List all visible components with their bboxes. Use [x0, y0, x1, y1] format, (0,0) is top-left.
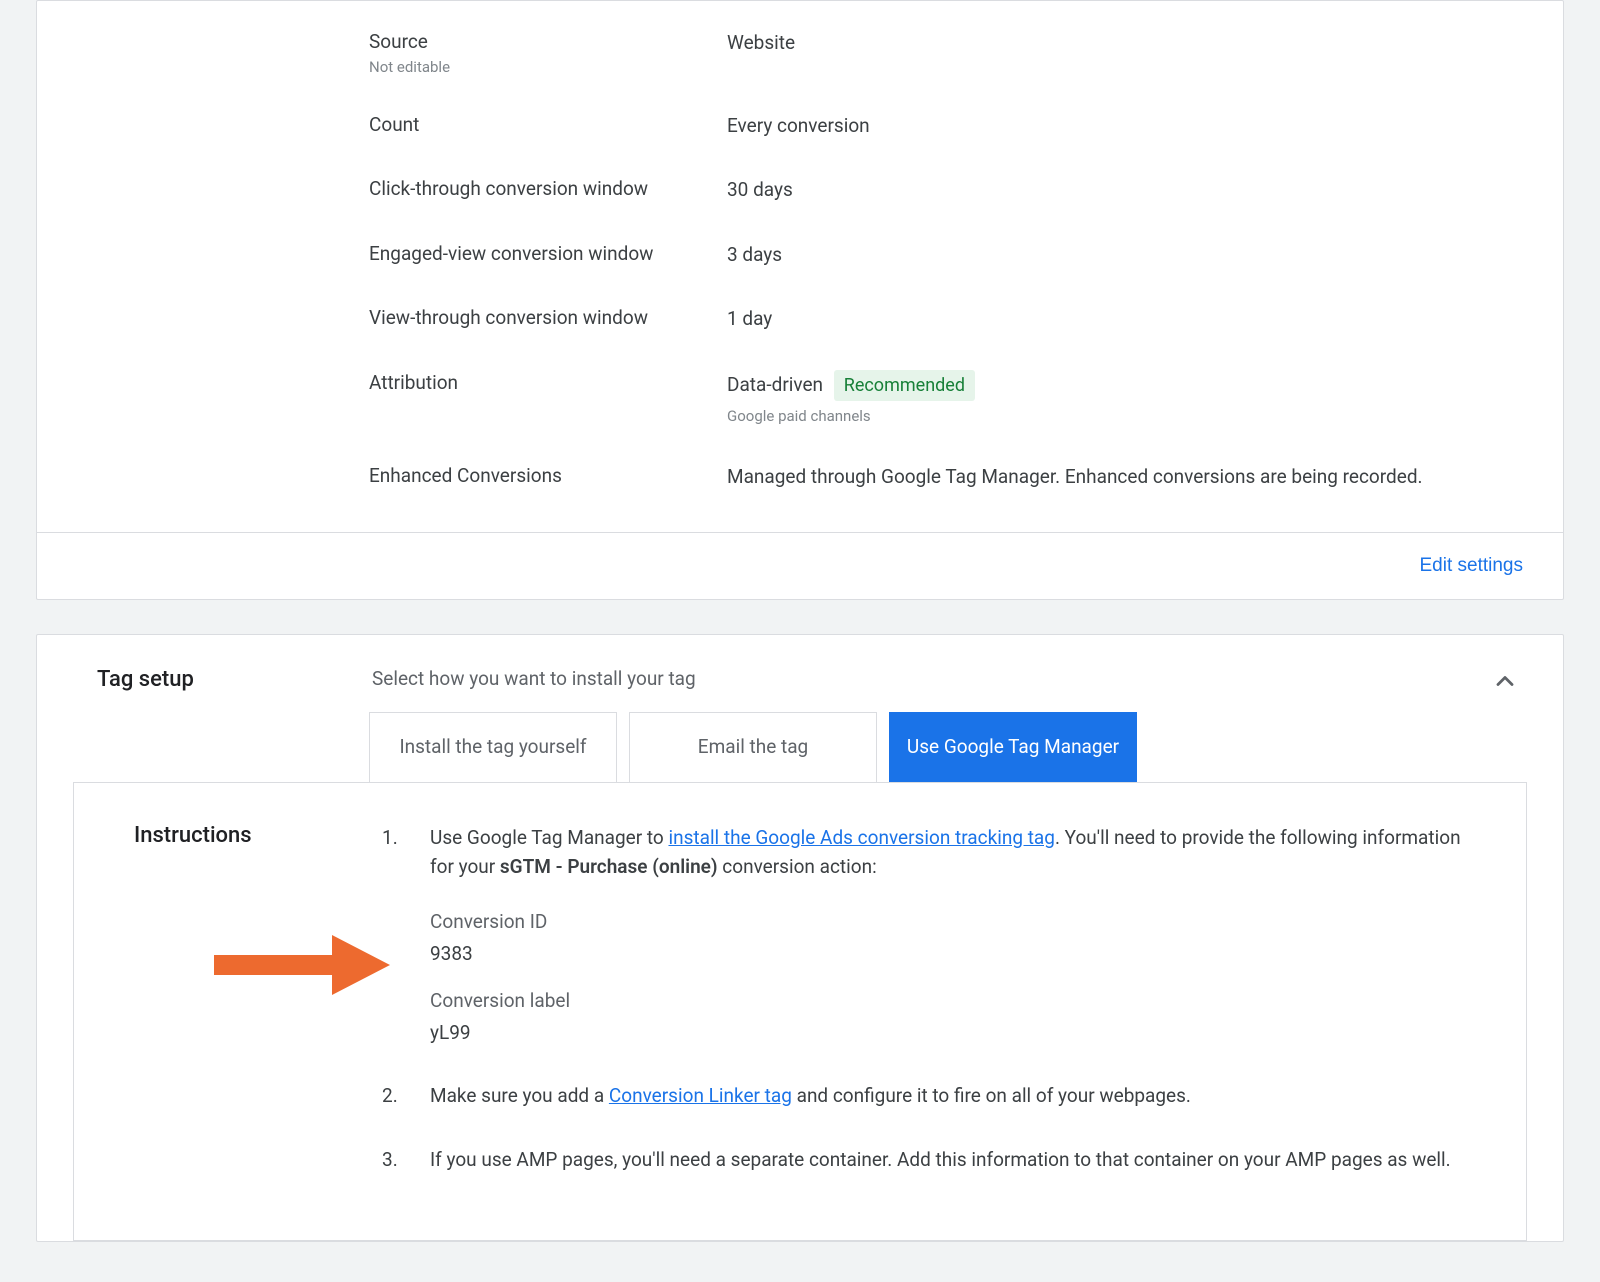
step2-text-post: and configure it to fire on all of your …: [792, 1084, 1191, 1107]
step1-text-post: conversion action:: [718, 855, 877, 878]
conversion-label-label: Conversion label: [430, 986, 1466, 1015]
setting-row-count: Count Every conversion: [369, 112, 1503, 141]
tab-use-gtm[interactable]: Use Google Tag Manager: [889, 712, 1137, 782]
setting-row-source: Source Not editable Website: [369, 29, 1503, 76]
instructions-panel: Instructions Use Google Tag Manager to i…: [73, 782, 1527, 1242]
setting-label: Enhanced Conversions: [369, 463, 727, 490]
setting-value-sub: Google paid channels: [727, 405, 1503, 428]
setting-row-click-through-window: Click-through conversion window 30 days: [369, 176, 1503, 205]
instruction-step-3: If you use AMP pages, you'll need a sepa…: [374, 1145, 1466, 1174]
setting-label: Click-through conversion window: [369, 176, 727, 203]
setting-sublabel: Not editable: [369, 58, 727, 76]
collapse-toggle[interactable]: [1491, 667, 1519, 700]
conversion-linker-tag-link[interactable]: Conversion Linker tag: [609, 1084, 792, 1107]
recommended-badge: Recommended: [834, 370, 975, 401]
tag-setup-tabs: Install the tag yourself Email the tag U…: [37, 712, 1563, 782]
install-ads-tracking-tag-link[interactable]: install the Google Ads conversion tracki…: [668, 826, 1054, 849]
tag-setup-card: Tag setup Select how you want to install…: [36, 634, 1564, 1243]
settings-card-footer: Edit settings: [37, 532, 1563, 599]
setting-row-enhanced-conversions: Enhanced Conversions Managed through Goo…: [369, 463, 1503, 492]
setting-value: Every conversion: [727, 114, 870, 137]
setting-value: Managed through Google Tag Manager. Enha…: [727, 465, 1423, 488]
conversion-id-value: 9383: [430, 939, 1466, 968]
tag-setup-subtitle: Select how you want to install your tag: [372, 667, 1503, 690]
setting-value: 30 days: [727, 178, 793, 201]
conversion-action-name: sGTM - Purchase (online): [500, 855, 718, 878]
setting-value: Website: [727, 31, 795, 54]
chevron-up-icon: [1491, 679, 1519, 700]
setting-label: Count: [369, 112, 727, 139]
setting-label: View-through conversion window: [369, 305, 727, 332]
conversion-settings-card: Source Not editable Website Count Every …: [36, 0, 1564, 600]
tab-email-tag[interactable]: Email the tag: [629, 712, 877, 782]
tag-setup-title: Tag setup: [97, 667, 372, 692]
settings-rows: Source Not editable Website Count Every …: [37, 29, 1563, 532]
instruction-step-2: Make sure you add a Conversion Linker ta…: [374, 1081, 1466, 1110]
setting-value: 1 day: [727, 307, 772, 330]
setting-row-engaged-view-window: Engaged-view conversion window 3 days: [369, 241, 1503, 270]
setting-row-view-through-window: View-through conversion window 1 day: [369, 305, 1503, 334]
setting-value: 3 days: [727, 243, 782, 266]
step3-text: If you use AMP pages, you'll need a sepa…: [430, 1148, 1451, 1171]
step2-text-pre: Make sure you add a: [430, 1084, 609, 1107]
instruction-step-1: Use Google Tag Manager to install the Go…: [374, 823, 1466, 1048]
arrow-right-icon: [214, 929, 394, 1006]
setting-label: Engaged-view conversion window: [369, 241, 727, 268]
conversion-id-label: Conversion ID: [430, 907, 1466, 936]
step1-text-pre: Use Google Tag Manager to: [430, 826, 668, 849]
conversion-label-value: yL99: [430, 1018, 1466, 1047]
setting-row-attribution: Attribution Data-driven Recommended Goog…: [369, 370, 1503, 428]
setting-label: Source: [369, 29, 727, 56]
setting-label: Attribution: [369, 370, 727, 397]
edit-settings-button[interactable]: Edit settings: [1420, 555, 1524, 577]
setting-value: Data-driven: [727, 373, 823, 396]
instructions-title: Instructions: [134, 823, 374, 848]
tab-install-yourself[interactable]: Install the tag yourself: [369, 712, 617, 782]
